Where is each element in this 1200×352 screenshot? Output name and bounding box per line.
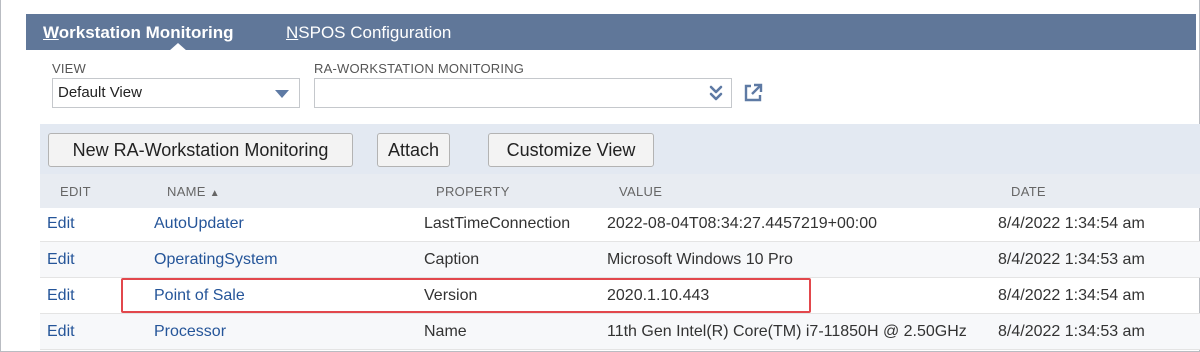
table-row: Edit AutoUpdater LastTimeConnection 2022… <box>40 206 1200 242</box>
highlight-box <box>121 278 811 313</box>
tab-bar: Workstation Monitoring NSPOS Configurati… <box>26 14 1196 51</box>
value-cell: 11th Gen Intel(R) Core(TM) i7-11850H @ 2… <box>607 323 967 340</box>
name-link[interactable]: Processor <box>154 314 226 350</box>
date-cell: 8/4/2022 1:34:53 am <box>998 323 1145 340</box>
edit-link[interactable]: Edit <box>47 314 75 350</box>
table-header: EDIT NAME ▲ PROPERTY VALUE DATE <box>40 174 1200 208</box>
property-cell: Caption <box>424 251 480 268</box>
column-header-edit: EDIT <box>60 184 91 199</box>
edit-link[interactable]: Edit <box>47 278 75 314</box>
sort-ascending-icon: ▲ <box>209 188 220 199</box>
view-select-value: Default View <box>58 84 142 101</box>
column-header-date[interactable]: DATE <box>1011 174 1046 210</box>
record-select[interactable] <box>314 78 732 108</box>
attach-button[interactable]: Attach <box>377 133 450 167</box>
tab-accesskey: W <box>43 23 59 42</box>
date-cell: 8/4/2022 1:34:53 am <box>998 251 1145 268</box>
active-tab-indicator <box>169 43 187 51</box>
caret-down-icon <box>275 90 289 98</box>
tab-label-rest: orkstation Monitoring <box>58 23 234 42</box>
edit-link[interactable]: Edit <box>47 206 75 242</box>
value-cell: Microsoft Windows 10 Pro <box>607 251 793 268</box>
date-cell: 8/4/2022 1:34:54 am <box>998 287 1145 304</box>
date-cell: 8/4/2022 1:34:54 am <box>998 215 1145 232</box>
name-link[interactable]: AutoUpdater <box>154 206 244 242</box>
property-cell: Name <box>424 323 467 340</box>
tab-workstation-monitoring[interactable]: Workstation Monitoring <box>43 14 233 50</box>
column-header-value[interactable]: VALUE <box>619 174 662 210</box>
column-header-name-label: NAME <box>167 184 206 199</box>
view-label: VIEW <box>52 61 87 76</box>
record-label: RA-WORKSTATION MONITORING <box>314 61 525 76</box>
double-chevron-down-icon <box>709 85 723 101</box>
view-select[interactable]: Default View <box>52 78 300 108</box>
external-link-icon[interactable] <box>742 82 764 104</box>
value-cell: 2022-08-04T08:34:27.4457219+00:00 <box>607 215 878 232</box>
tab-label-rest: SPOS Configuration <box>298 23 452 42</box>
property-cell: LastTimeConnection <box>424 215 571 232</box>
new-record-button[interactable]: New RA-Workstation Monitoring <box>48 133 353 167</box>
table-row: Edit OperatingSystem Caption Microsoft W… <box>40 242 1200 278</box>
action-toolbar: New RA-Workstation Monitoring Attach Cus… <box>40 124 1200 174</box>
name-link[interactable]: OperatingSystem <box>154 242 278 278</box>
tab-nspos-configuration[interactable]: NSPOS Configuration <box>286 14 451 50</box>
customize-view-button[interactable]: Customize View <box>488 133 654 167</box>
tab-accesskey: N <box>286 23 299 42</box>
column-header-property[interactable]: PROPERTY <box>436 174 510 210</box>
edit-link[interactable]: Edit <box>47 242 75 278</box>
table-row: Edit Processor Name 11th Gen Intel(R) Co… <box>40 314 1200 350</box>
